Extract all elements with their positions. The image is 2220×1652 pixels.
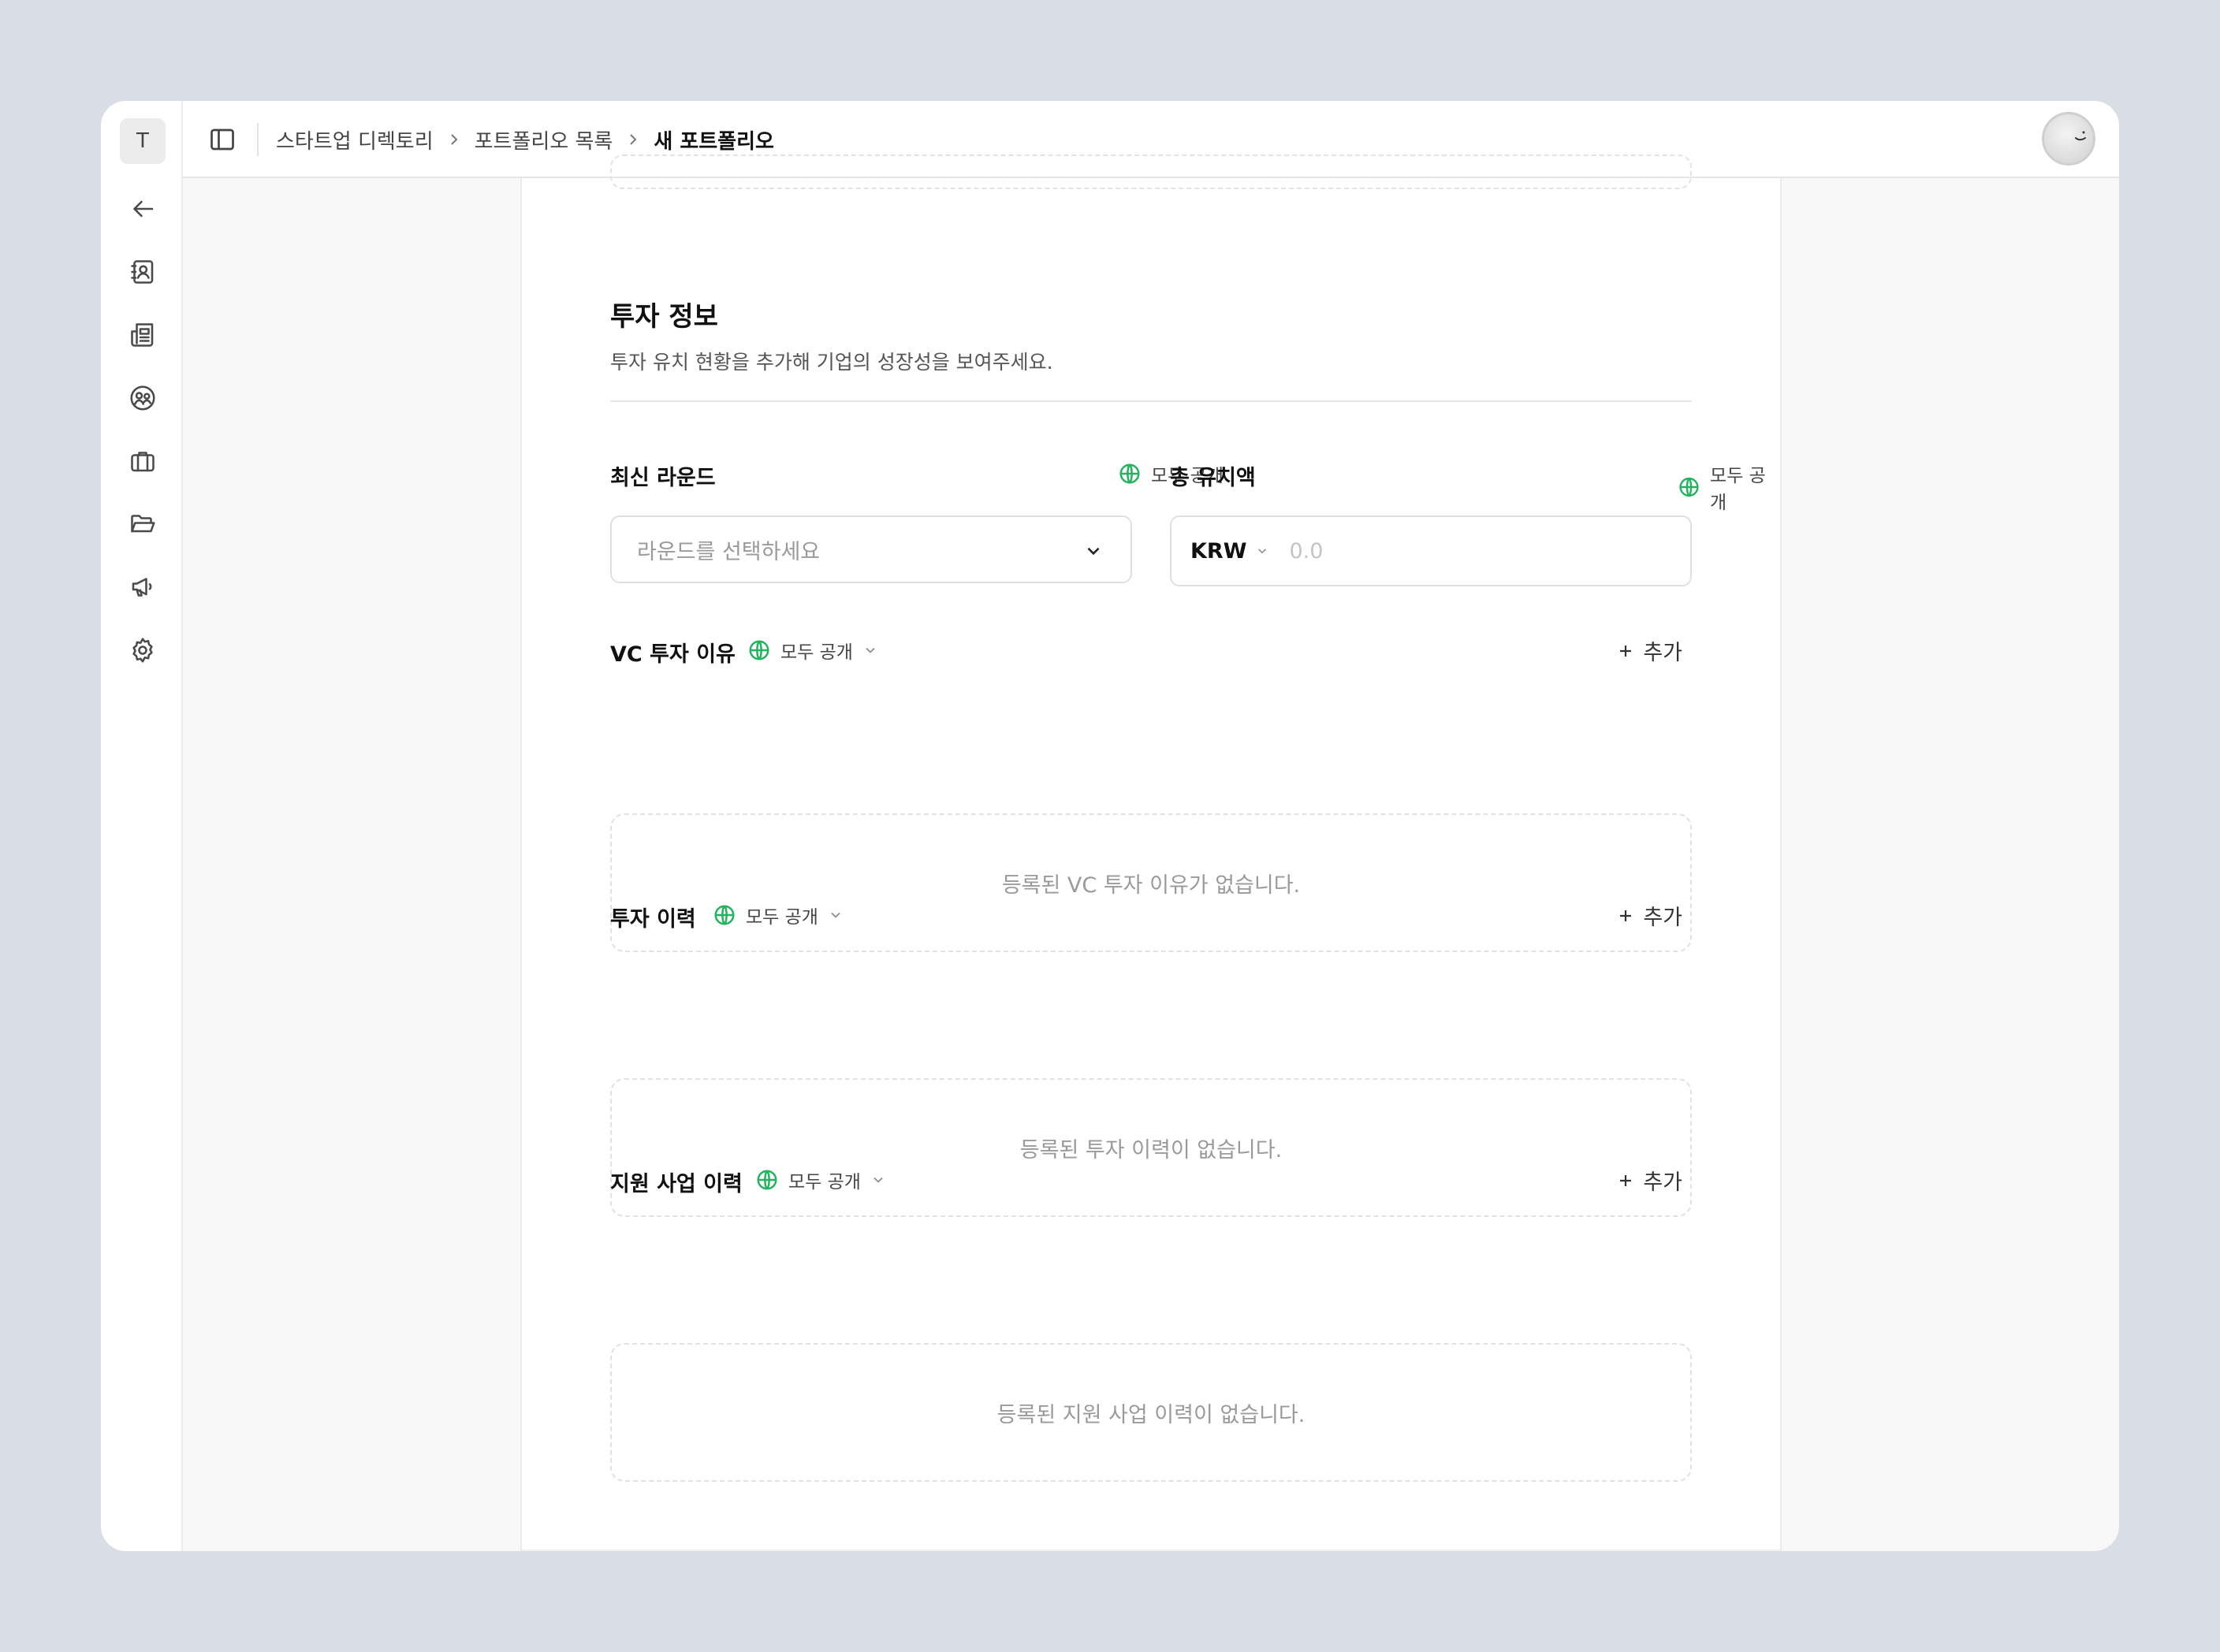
investment-history-label: 투자 이력: [610, 907, 696, 932]
investment-history-visibility-dropdown[interactable]: 모두 공개: [713, 902, 844, 928]
chevron-down-icon: [873, 1177, 883, 1183]
total-raised-input[interactable]: 0.0: [1290, 539, 1324, 564]
globe-icon: [1119, 463, 1140, 484]
vc-reasons-empty-state: 등록된 VC 투자 이유가 없습니다.: [610, 813, 1692, 952]
vc-reasons-label: VC 투자 이유: [610, 642, 736, 667]
support-history-add-button[interactable]: 추가: [1616, 1165, 1682, 1196]
support-history-empty-state: 등록된 지원 사업 이력이 없습니다.: [610, 1343, 1692, 1482]
breadcrumb-portfolio-list[interactable]: 포트폴리오 목록: [475, 125, 613, 154]
investment-history-empty-state: 등록된 투자 이력이 없습니다.: [610, 1078, 1692, 1217]
support-history-visibility-dropdown[interactable]: 모두 공개: [755, 1166, 886, 1193]
empty-text: 등록된 지원 사업 이력이 없습니다.: [996, 1402, 1306, 1427]
investment-history-add-button[interactable]: 추가: [1616, 900, 1682, 931]
chevron-down-icon: [1087, 547, 1100, 556]
workspace-logo-letter: T: [136, 129, 149, 153]
section-divider: [610, 400, 1692, 402]
avatar[interactable]: [2042, 112, 2095, 166]
previous-section-dropzone: [610, 154, 1692, 189]
back-arrow-icon[interactable]: [128, 194, 158, 224]
total-raised-visibility: 모두 공개: [1678, 460, 1780, 514]
vc-reasons-add-button[interactable]: 추가: [1616, 635, 1682, 666]
folder-icon[interactable]: [128, 509, 158, 539]
megaphone-icon[interactable]: [128, 572, 158, 602]
breadcrumb-new-portfolio: 새 포트폴리오: [654, 129, 774, 154]
footer-divider: [522, 1550, 1780, 1551]
globe-icon: [1679, 477, 1699, 497]
latest-round-select[interactable]: 라운드를 선택하세요: [610, 515, 1132, 583]
visibility-label: 모두 공개: [1710, 466, 1766, 513]
add-label: 추가: [1643, 641, 1682, 665]
sidebar-toggle-icon[interactable]: [208, 125, 237, 154]
chevron-right-icon: [445, 130, 464, 149]
header-divider: [257, 123, 259, 156]
plus-icon: [1620, 645, 1632, 657]
globe-icon: [757, 1170, 777, 1190]
users-icon[interactable]: [128, 383, 158, 413]
contacts-icon[interactable]: [128, 257, 158, 287]
avatar-face-icon: [2075, 131, 2086, 141]
empty-text: 등록된 투자 이력이 없습니다.: [1019, 1137, 1283, 1163]
app-window: T 스타트업 디렉토리 포트폴리오 목록 새 포트폴리오 투자 정보 투자 유치…: [101, 101, 2119, 1551]
section-title: 투자 정보: [610, 301, 718, 333]
add-label: 추가: [1643, 906, 1682, 930]
total-raised-input-group: KRW 0.0: [1170, 515, 1692, 586]
settings-icon[interactable]: [128, 635, 158, 665]
plus-icon: [1620, 1174, 1632, 1186]
vc-reasons-visibility-dropdown[interactable]: 모두 공개: [747, 637, 878, 664]
currency-select[interactable]: KRW: [1190, 539, 1269, 564]
visibility-label: 모두 공개: [746, 907, 818, 928]
total-raised-label: 총 유치액: [1170, 466, 1256, 490]
workspace-logo[interactable]: T: [120, 118, 166, 164]
currency-value: KRW: [1190, 538, 1247, 564]
form-card: 투자 정보 투자 유치 현황을 추가해 기업의 성장성을 보여주세요. 최신 라…: [520, 154, 1782, 1551]
globe-icon: [714, 905, 735, 925]
visibility-label: 모두 공개: [788, 1172, 861, 1192]
chevron-down-icon: [866, 647, 875, 653]
chevron-down-icon: [1257, 549, 1266, 554]
globe-icon: [749, 640, 769, 660]
latest-round-placeholder: 라운드를 선택하세요: [637, 539, 821, 564]
support-history-label: 지원 사업 이력: [610, 1172, 743, 1196]
news-icon[interactable]: [128, 320, 158, 350]
empty-text: 등록된 VC 투자 이유가 없습니다.: [1001, 873, 1301, 898]
sidebar: T: [101, 101, 183, 1551]
chevron-right-icon: [624, 130, 643, 149]
briefcase-icon[interactable]: [128, 446, 158, 476]
latest-round-label: 최신 라운드: [610, 466, 716, 490]
visibility-label: 모두 공개: [780, 642, 853, 663]
plus-icon: [1620, 910, 1632, 921]
section-description: 투자 유치 현황을 추가해 기업의 성장성을 보여주세요.: [610, 351, 1053, 374]
breadcrumb-startup-directory[interactable]: 스타트업 디렉토리: [276, 125, 434, 154]
chevron-down-icon: [831, 912, 840, 918]
add-label: 추가: [1643, 1170, 1682, 1195]
